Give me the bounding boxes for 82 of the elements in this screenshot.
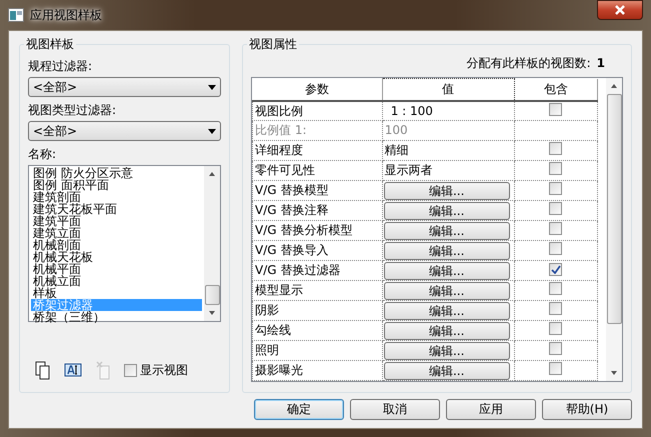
parameter-cell: 比例值 1: — [252, 120, 382, 141]
group-title: 视图样板 — [25, 37, 75, 52]
discipline-dropdown[interactable]: <全部> — [28, 77, 221, 98]
edit-button[interactable]: 编辑... — [384, 222, 510, 240]
checkbox[interactable] — [549, 362, 562, 376]
edit-button[interactable]: 编辑... — [384, 302, 510, 320]
view-count-value: 1 — [596, 56, 605, 72]
list-item[interactable]: 图例 防火分区示意 — [31, 167, 202, 180]
checkbox[interactable] — [549, 263, 562, 276]
window-title: 应用视图样板 — [30, 8, 102, 22]
edit-button[interactable]: 编辑... — [384, 182, 510, 200]
parameter-cell: 摄影曝光 — [252, 360, 382, 381]
view-type-dropdown[interactable]: <全部> — [28, 121, 221, 142]
parameter-cell: V/G 替换过滤器 — [252, 260, 382, 281]
checkbox[interactable] — [549, 222, 562, 236]
checkbox[interactable] — [549, 282, 562, 296]
checkbox[interactable] — [124, 364, 137, 376]
checkbox[interactable] — [549, 142, 562, 156]
dialog-button[interactable]: 取消 — [350, 399, 440, 420]
edit-button[interactable]: 编辑... — [384, 282, 510, 300]
list-item[interactable]: 桥架（三维） — [31, 311, 202, 324]
checkbox-label: 显示视图 — [140, 362, 188, 378]
checkbox[interactable] — [549, 202, 562, 216]
value-cell: 100 — [382, 120, 514, 141]
scroll-thumb[interactable] — [204, 285, 220, 306]
checkbox[interactable] — [549, 102, 562, 116]
field-label: 名称: — [28, 147, 56, 162]
parameter-cell: 视图比例 — [252, 100, 382, 121]
checkbox[interactable] — [549, 182, 562, 196]
parameter-cell: 详细程度 — [252, 140, 382, 161]
parameter-cell: V/G 替换导入 — [252, 240, 382, 261]
caret-icon — [208, 128, 216, 134]
dialog-button[interactable]: 确定 — [254, 399, 344, 420]
list-item[interactable]: 建筑平面 — [31, 215, 202, 228]
parameter-cell: 照明 — [252, 340, 382, 361]
list-item[interactable]: 机械立面 — [31, 275, 202, 288]
edit-button[interactable]: 编辑... — [384, 202, 510, 220]
close-icon — [614, 5, 626, 15]
parameter-cell: V/G 替换分析模型 — [252, 220, 382, 241]
edit-button[interactable]: 编辑... — [384, 262, 510, 280]
field-label: 规程过滤器: — [28, 59, 92, 74]
list-item[interactable]: 机械天花板 — [31, 251, 202, 264]
column-header[interactable]: 值 — [382, 78, 514, 101]
app-icon — [8, 8, 24, 22]
dialog-button[interactable]: 应用 — [446, 399, 536, 420]
edit-button[interactable]: 编辑... — [384, 342, 510, 360]
list-item[interactable]: 样板 — [31, 287, 202, 300]
list-item[interactable]: 建筑天花板平面 — [31, 203, 202, 216]
parameter-cell: 模型显示 — [252, 280, 382, 301]
edit-button[interactable]: 编辑... — [384, 362, 510, 380]
checkbox[interactable] — [549, 302, 562, 316]
parameter-cell: 勾绘线 — [252, 320, 382, 341]
caret-icon — [208, 84, 216, 90]
scrollbar[interactable] — [606, 78, 622, 382]
edit-button[interactable]: 编辑... — [384, 242, 510, 260]
checkbox[interactable] — [549, 162, 562, 176]
checkbox[interactable] — [549, 322, 562, 336]
list-item[interactable]: 机械平面 — [31, 263, 202, 276]
column-header[interactable]: 包含 — [514, 78, 598, 101]
list-item[interactable]: 建筑立面 — [31, 227, 202, 240]
parameter-cell: 阴影 — [252, 300, 382, 321]
checkbox[interactable] — [549, 342, 562, 356]
value-cell: 精细 — [382, 140, 514, 161]
group-title: 视图属性 — [248, 37, 298, 52]
list-item[interactable]: 机械剖面 — [31, 239, 202, 252]
parameter-cell: V/G 替换模型 — [252, 180, 382, 201]
parameter-cell: 零件可见性 — [252, 160, 382, 181]
scroll-thumb[interactable] — [606, 94, 622, 324]
column-header[interactable]: 参数 — [252, 78, 382, 101]
list-item[interactable]: 图例 面积平面 — [31, 179, 202, 192]
value-cell: 1 : 100 — [382, 100, 514, 121]
field-label: 视图类型过滤器: — [28, 103, 116, 118]
view-count-label: 分配有此样板的视图数: — [466, 56, 591, 72]
parameter-cell: V/G 替换注释 — [252, 200, 382, 221]
value-cell: 显示两者 — [382, 160, 514, 181]
dialog-button[interactable]: 帮助(H) — [542, 399, 632, 420]
scrollbar[interactable] — [204, 166, 220, 322]
close-button[interactable] — [597, 0, 643, 20]
duplicate-icon[interactable] — [34, 360, 52, 380]
list-item[interactable]: 建筑剖面 — [31, 191, 202, 204]
edit-button[interactable]: 编辑... — [384, 322, 510, 340]
checkbox[interactable] — [549, 242, 562, 256]
